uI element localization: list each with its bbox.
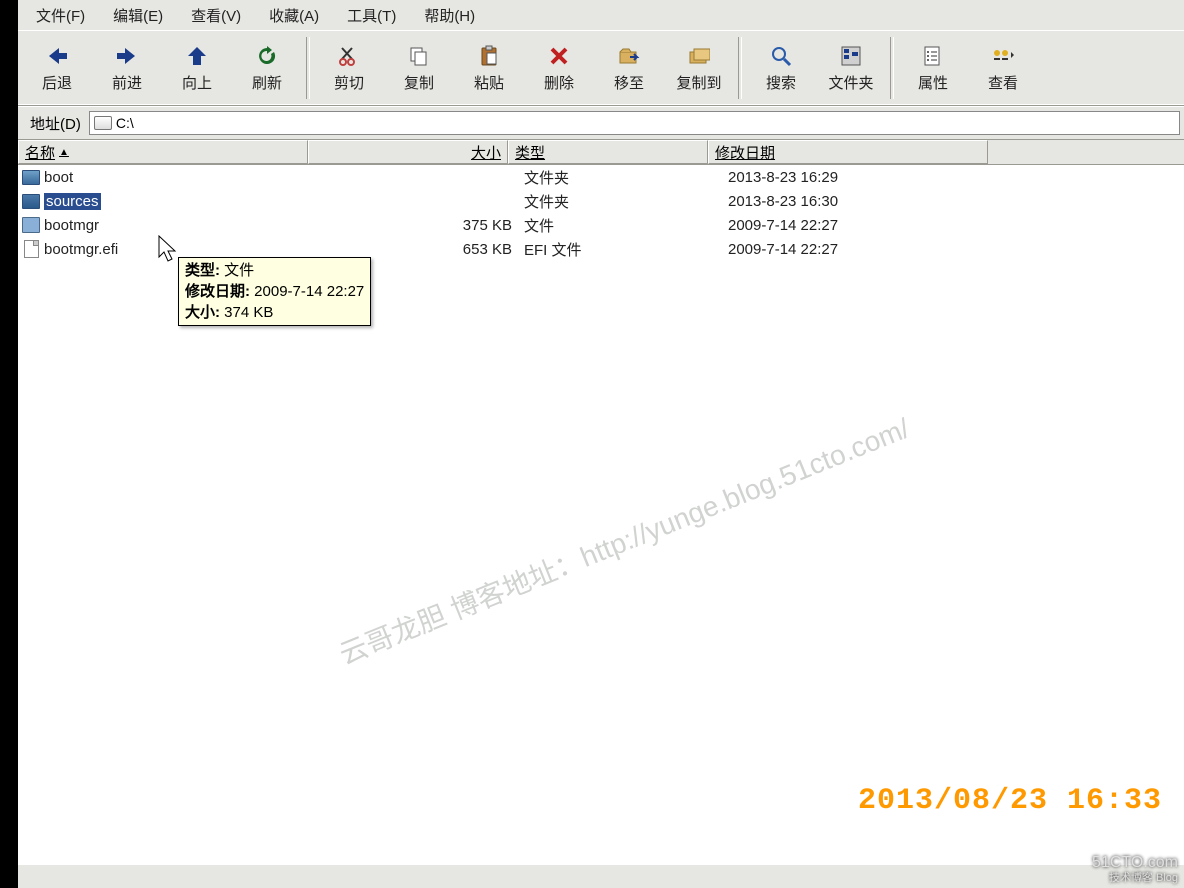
folders-button[interactable]: 文件夹 bbox=[816, 33, 886, 103]
back-label: 后退 bbox=[42, 72, 72, 93]
paste-label: 粘贴 bbox=[474, 72, 504, 93]
cut-button[interactable]: 剪切 bbox=[314, 33, 384, 103]
address-label: 地址(D) bbox=[22, 113, 89, 134]
address-field[interactable]: C:\ bbox=[89, 111, 1180, 135]
properties-button[interactable]: 属性 bbox=[898, 33, 968, 103]
file-type: 文件 bbox=[520, 215, 724, 236]
tooltip-type-label: 类型: bbox=[185, 262, 220, 279]
copy-icon bbox=[407, 44, 431, 68]
file-list[interactable]: boot 文件夹 2013-8-23 16:29 sources 文件夹 201… bbox=[18, 165, 1184, 865]
tooltip-size-label: 大小: bbox=[185, 304, 220, 321]
file-type: 文件夹 bbox=[520, 167, 724, 188]
search-button[interactable]: 搜索 bbox=[746, 33, 816, 103]
menu-view[interactable]: 查看(V) bbox=[177, 3, 255, 28]
file-row[interactable]: bootmgr 375 KB 文件 2009-7-14 22:27 bbox=[18, 213, 1184, 237]
forward-arrow-icon bbox=[115, 44, 139, 68]
file-date: 2009-7-14 22:27 bbox=[724, 241, 1008, 258]
column-date[interactable]: 修改日期 bbox=[708, 140, 988, 164]
file-name: bootmgr.efi bbox=[44, 241, 118, 258]
drive-icon bbox=[94, 116, 112, 130]
system-file-icon bbox=[22, 217, 40, 233]
refresh-label: 刷新 bbox=[252, 72, 282, 93]
moveto-folder-icon bbox=[617, 44, 641, 68]
properties-icon bbox=[921, 44, 945, 68]
file-size: 375 KB bbox=[312, 217, 520, 234]
paste-button[interactable]: 粘贴 bbox=[454, 33, 524, 103]
file-type: EFI 文件 bbox=[520, 239, 724, 260]
menu-tools[interactable]: 工具(T) bbox=[333, 3, 410, 28]
blog-brand-sub: 技术博客 Blog bbox=[1092, 872, 1178, 884]
file-size: 653 KB bbox=[312, 241, 520, 258]
tooltip-date-label: 修改日期: bbox=[185, 283, 250, 300]
file-row[interactable]: sources 文件夹 2013-8-23 16:30 bbox=[18, 189, 1184, 213]
views-button[interactable]: 查看 bbox=[968, 33, 1038, 103]
address-value: C:\ bbox=[116, 115, 134, 131]
up-arrow-icon bbox=[185, 44, 209, 68]
tooltip-type-value: 文件 bbox=[224, 262, 254, 279]
blog-brand: 51CTO.com bbox=[1092, 854, 1178, 872]
forward-button[interactable]: 前进 bbox=[92, 33, 162, 103]
separator bbox=[738, 37, 742, 99]
delete-icon bbox=[547, 44, 571, 68]
menu-help[interactable]: 帮助(H) bbox=[410, 3, 489, 28]
back-button[interactable]: 后退 bbox=[22, 33, 92, 103]
photo-timestamp: 2013/08/23 16:33 bbox=[858, 784, 1162, 818]
forward-label: 前进 bbox=[112, 72, 142, 93]
column-name-label: 名称 bbox=[25, 142, 55, 163]
file-date: 2009-7-14 22:27 bbox=[724, 217, 1008, 234]
file-row[interactable]: boot 文件夹 2013-8-23 16:29 bbox=[18, 165, 1184, 189]
toolbar: 后退 前进 向上 刷新 剪切 bbox=[18, 30, 1184, 106]
column-name[interactable]: 名称 ▲ bbox=[18, 140, 308, 164]
menubar: 文件(F) 编辑(E) 查看(V) 收藏(A) 工具(T) 帮助(H) bbox=[18, 0, 1184, 30]
up-button[interactable]: 向上 bbox=[162, 33, 232, 103]
tooltip-date-value: 2009-7-14 22:27 bbox=[254, 283, 364, 300]
refresh-icon bbox=[255, 44, 279, 68]
views-icon bbox=[991, 44, 1015, 68]
column-size[interactable]: 大小 bbox=[308, 140, 508, 164]
file-date: 2013-8-23 16:30 bbox=[724, 193, 1008, 210]
folder-open-icon bbox=[22, 193, 40, 209]
refresh-button[interactable]: 刷新 bbox=[232, 33, 302, 103]
copyto-button[interactable]: 复制到 bbox=[664, 33, 734, 103]
folders-label: 文件夹 bbox=[828, 72, 873, 93]
folders-tree-icon bbox=[839, 44, 863, 68]
copy-label: 复制 bbox=[404, 72, 434, 93]
moveto-label: 移至 bbox=[614, 72, 644, 93]
file-date: 2013-8-23 16:29 bbox=[724, 169, 1008, 186]
explorer-window: 文件(F) 编辑(E) 查看(V) 收藏(A) 工具(T) 帮助(H) 后退 前… bbox=[18, 0, 1184, 888]
search-label: 搜索 bbox=[766, 72, 796, 93]
menu-favorites[interactable]: 收藏(A) bbox=[255, 3, 333, 28]
scissors-icon bbox=[337, 44, 361, 68]
address-bar: 地址(D) C:\ bbox=[18, 106, 1184, 140]
back-arrow-icon bbox=[45, 44, 69, 68]
cut-label: 剪切 bbox=[334, 72, 364, 93]
delete-button[interactable]: 删除 bbox=[524, 33, 594, 103]
file-type: 文件夹 bbox=[520, 191, 724, 212]
delete-label: 删除 bbox=[544, 72, 574, 93]
folder-icon bbox=[22, 169, 40, 185]
column-headers: 名称 ▲ 大小 类型 修改日期 bbox=[18, 140, 1184, 165]
column-type[interactable]: 类型 bbox=[508, 140, 708, 164]
copyto-folder-icon bbox=[687, 44, 711, 68]
separator bbox=[306, 37, 310, 99]
menu-edit[interactable]: 编辑(E) bbox=[99, 3, 177, 28]
file-name: sources bbox=[44, 193, 101, 210]
blog-watermark: 51CTO.com 技术博客 Blog bbox=[1092, 854, 1178, 884]
file-name: bootmgr bbox=[44, 217, 99, 234]
copyto-label: 复制到 bbox=[676, 72, 721, 93]
separator bbox=[890, 37, 894, 99]
tooltip-size-value: 374 KB bbox=[224, 304, 273, 321]
properties-label: 属性 bbox=[918, 72, 948, 93]
moveto-button[interactable]: 移至 bbox=[594, 33, 664, 103]
sort-ascending-icon: ▲ bbox=[59, 147, 69, 158]
search-icon bbox=[769, 44, 793, 68]
views-label: 查看 bbox=[988, 72, 1018, 93]
up-label: 向上 bbox=[182, 72, 212, 93]
file-tooltip: 类型: 文件 修改日期: 2009-7-14 22:27 大小: 374 KB bbox=[178, 257, 371, 326]
file-name: boot bbox=[44, 169, 73, 186]
file-icon bbox=[22, 241, 40, 257]
clipboard-icon bbox=[477, 44, 501, 68]
copy-button[interactable]: 复制 bbox=[384, 33, 454, 103]
menu-file[interactable]: 文件(F) bbox=[22, 3, 99, 28]
